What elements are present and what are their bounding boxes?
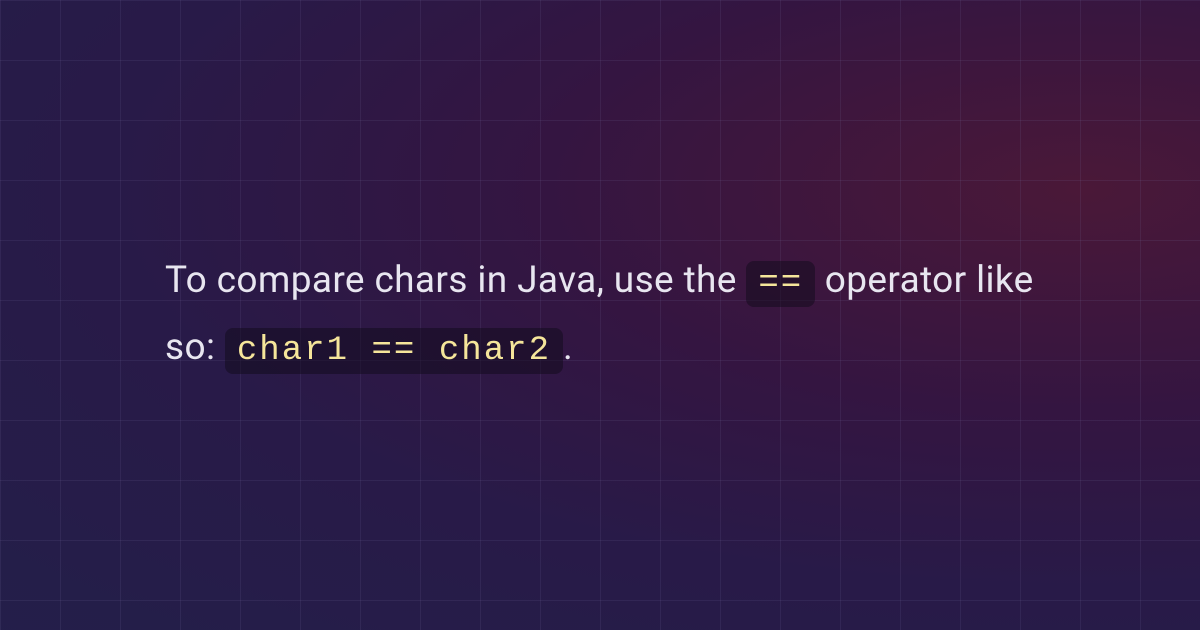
code-operator: == <box>746 261 815 307</box>
main-text: To compare chars in Java, use the == ope… <box>165 248 1035 381</box>
content-container: To compare chars in Java, use the == ope… <box>0 0 1200 630</box>
text-segment-3: . <box>563 326 573 369</box>
text-segment-1: To compare chars in Java, use the <box>165 259 746 302</box>
code-example: char1 == char2 <box>225 328 563 374</box>
